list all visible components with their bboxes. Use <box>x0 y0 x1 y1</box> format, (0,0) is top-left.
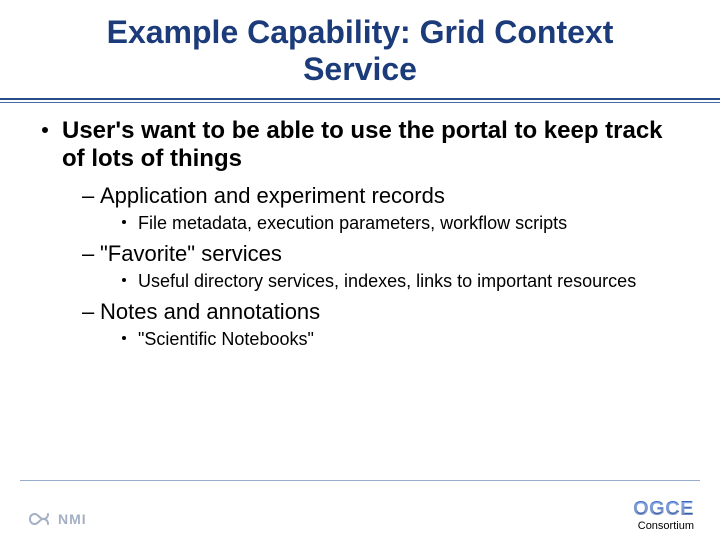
subsub-bullet: File metadata, execution parameters, wor… <box>122 212 690 235</box>
sub-text: Application and experiment records <box>100 183 445 208</box>
bullet-icon <box>122 220 126 224</box>
ogce-logo: OGCE Consortium <box>633 499 694 532</box>
lead-bullet: User's want to be able to use the portal… <box>42 117 690 175</box>
consortium-text: Consortium <box>633 521 694 532</box>
subsub-text: "Scientific Notebooks" <box>138 329 314 349</box>
bullet-icon <box>122 336 126 340</box>
sub-bullet: – Notes and annotations <box>82 298 690 326</box>
footer: NMI OGCE Consortium <box>0 480 720 540</box>
lead-text: User's want to be able to use the portal… <box>62 117 663 173</box>
bullet-icon <box>122 278 126 282</box>
sub-bullet: – "Favorite" services <box>82 240 690 268</box>
subsub-text: File metadata, execution parameters, wor… <box>138 213 567 233</box>
sub-text: "Favorite" services <box>100 241 282 266</box>
footer-divider <box>20 480 700 481</box>
infinity-icon <box>26 508 52 530</box>
nmi-text: NMI <box>58 511 87 527</box>
title-underline <box>0 98 720 103</box>
subsub-bullet: "Scientific Notebooks" <box>122 328 690 351</box>
subsub-bullet: Useful directory services, indexes, link… <box>122 270 690 293</box>
sub-bullet: – Application and experiment records <box>82 182 690 210</box>
dash-icon: – <box>82 298 94 326</box>
slide: Example Capability: Grid Context Service… <box>0 0 720 540</box>
bullet-icon <box>42 127 48 133</box>
ogce-text: OGCE <box>633 499 694 519</box>
dash-icon: – <box>82 240 94 268</box>
subsub-text: Useful directory services, indexes, link… <box>138 271 636 291</box>
dash-icon: – <box>82 182 94 210</box>
nmi-logo: NMI <box>26 508 87 530</box>
content-area: User's want to be able to use the portal… <box>0 103 720 351</box>
sub-text: Notes and annotations <box>100 299 320 324</box>
slide-title: Example Capability: Grid Context Service <box>0 0 720 92</box>
